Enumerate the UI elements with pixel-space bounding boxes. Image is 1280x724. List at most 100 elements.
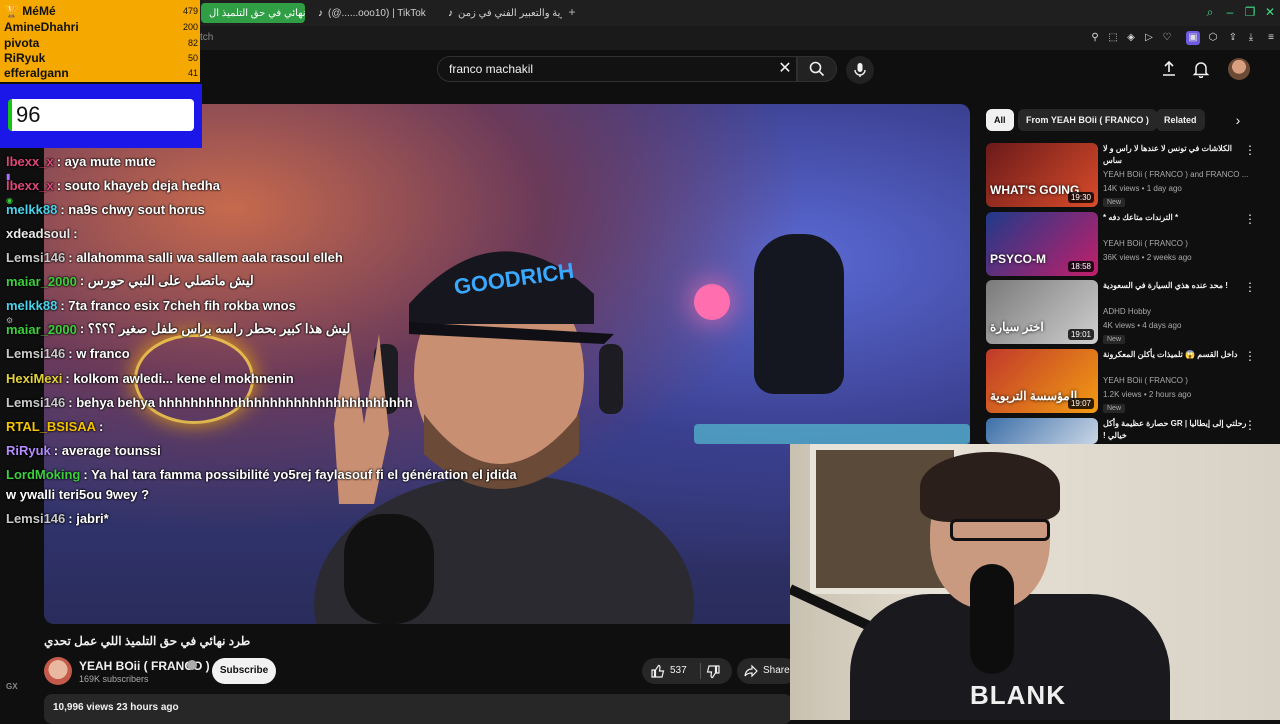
voice-search-button[interactable] bbox=[846, 56, 874, 84]
chat-text: : Ya hal tara famma possibilité yo5rej f… bbox=[83, 466, 517, 482]
shield-icon[interactable]: ◈ bbox=[1124, 31, 1138, 45]
tab-label: الحرية والتعبير الفني في زمن... bbox=[458, 7, 562, 19]
tab-youtube-video[interactable]: طرد نهائي في حق التلميذ ال... bbox=[201, 3, 305, 23]
like-count: 537 bbox=[670, 665, 687, 676]
search-tabs-icon[interactable]: ⌕ bbox=[1202, 4, 1218, 20]
recommended-meta: 36K views • 2 weeks ago bbox=[1103, 253, 1192, 262]
pin-icon[interactable]: ⚲ bbox=[1088, 31, 1102, 45]
chat-username: xdeadsoul bbox=[6, 225, 71, 241]
recommended-video[interactable]: اختر سيارة 19:01 ! محد عنده هذي السيارة في… bbox=[986, 280, 1270, 344]
chat-text: : ليش ماتصلي على النبي حورس bbox=[79, 273, 254, 288]
chip-from-channel[interactable]: From YEAH BOii ( FRANCO ) bbox=[1018, 109, 1157, 131]
upload-icon[interactable] bbox=[1160, 60, 1178, 78]
account-avatar[interactable] bbox=[1228, 58, 1250, 80]
recommended-channel[interactable]: YEAH BOii ( FRANCO ) bbox=[1103, 376, 1188, 385]
video-thumbnail[interactable]: WHAT'S GOING 19:30 bbox=[986, 143, 1098, 207]
subscribe-button[interactable]: Subscribe bbox=[212, 658, 276, 684]
recommended-video[interactable]: PSYCO-M 18:58 * الترندات متاعك دفه * YEAH B… bbox=[986, 212, 1270, 276]
recommended-video[interactable]: رحلتي إلى إيطاليا | GR حصارة عظيمة وأكل … bbox=[986, 418, 1270, 444]
video-thumbnail[interactable]: اختر سيارة 19:01 bbox=[986, 280, 1098, 344]
recommended-title[interactable]: ! محد عنده هذي السيارة في السعودية bbox=[1103, 280, 1253, 292]
clear-search-icon[interactable]: ✕ bbox=[776, 58, 794, 80]
play-icon[interactable]: ▷ bbox=[1142, 31, 1156, 45]
thumbs-down-icon[interactable] bbox=[706, 665, 720, 679]
chip-related[interactable]: Related bbox=[1156, 109, 1205, 131]
recommended-channel[interactable]: YEAH BOii ( FRANCO ) bbox=[1103, 239, 1188, 248]
more-options-icon[interactable]: ⋮ bbox=[1244, 280, 1256, 294]
counter-value: 96 bbox=[8, 99, 194, 131]
video-thumbnail[interactable]: المؤسسة التربوية 19:07 bbox=[986, 349, 1098, 413]
extension-icon[interactable]: ▣ bbox=[1186, 31, 1200, 45]
verified-icon bbox=[187, 660, 197, 670]
puzzle-icon[interactable]: ⬡ bbox=[1206, 31, 1220, 45]
chat-message: Lemsi146: jabri* bbox=[6, 508, 109, 528]
shelf-light bbox=[694, 424, 970, 444]
download-icon[interactable]: ⤓ bbox=[1244, 31, 1258, 45]
address-bar-text[interactable]: tch bbox=[200, 32, 213, 43]
chat-text: : behya behya hhhhhhhhhhhhhhhhhhhhhhhhhh… bbox=[68, 394, 413, 410]
thumbnail-text: اختر سيارة bbox=[990, 320, 1044, 334]
thumbnail-text: المؤسسة التربوية bbox=[990, 389, 1078, 403]
minimize-icon[interactable]: – bbox=[1222, 4, 1238, 20]
recommended-channel[interactable]: ADHD Hobby bbox=[1103, 307, 1151, 316]
subscriber-count: 169K subscribers bbox=[79, 674, 149, 684]
leaderboard-score: 479 bbox=[182, 6, 198, 16]
restore-icon[interactable]: ❐ bbox=[1242, 4, 1258, 20]
microphone bbox=[344, 514, 434, 624]
more-options-icon[interactable]: ⋮ bbox=[1244, 349, 1256, 363]
chat-message: Lemsi146: behya behya hhhhhhhhhhhhhhhhhh… bbox=[6, 392, 413, 412]
recommended-title[interactable]: داخل القسم 😱 تلميذات يأكلن المعكرونة bbox=[1103, 349, 1253, 361]
shirt-logo: BLANK bbox=[970, 680, 1066, 710]
menu-icon[interactable]: ≡ bbox=[1264, 31, 1278, 45]
recommended-title[interactable]: رحلتي إلى إيطاليا | GR حصارة عظيمة وأكل … bbox=[1103, 418, 1253, 442]
recommended-title[interactable]: الكلاشات في تونس لا عندها لا راس و لا سا… bbox=[1103, 143, 1253, 167]
chat-message: lbexx_x: aya mute mute bbox=[6, 151, 156, 171]
leaderboard-name: MéMé bbox=[22, 4, 56, 18]
recommended-channel[interactable]: YEAH BOii ( FRANCO ) and FRANCO ... bbox=[1103, 170, 1248, 179]
chat-message: melkk88: 7ta franco esix 7cheh fih rokba… bbox=[6, 295, 296, 315]
screenshot-icon[interactable]: ⬚ bbox=[1106, 31, 1120, 45]
trophy-icon: 🏆 bbox=[4, 4, 19, 18]
search-button[interactable] bbox=[797, 56, 837, 82]
more-options-icon[interactable]: ⋮ bbox=[1244, 212, 1256, 226]
close-window-icon[interactable]: ✕ bbox=[1262, 4, 1278, 20]
recommended-video[interactable]: المؤسسة التربوية 19:07 داخل القسم 😱 تلميذا… bbox=[986, 349, 1270, 413]
lamp bbox=[694, 284, 730, 320]
thumbs-up-icon[interactable] bbox=[651, 664, 665, 678]
chat-username: Lemsi146 bbox=[6, 394, 66, 410]
mic-icon bbox=[854, 63, 866, 77]
chat-username: LordMoking bbox=[6, 466, 81, 482]
leaderboard-row: RiRyuk 50 bbox=[4, 50, 198, 66]
chat-leaderboard: 🏆 MéMé 479 AmineDhahri 200 pivota 82 RiRyuk… bbox=[0, 0, 200, 82]
video-thumbnail[interactable]: PSYCO-M 18:58 bbox=[986, 212, 1098, 276]
notifications-icon[interactable] bbox=[1192, 60, 1210, 78]
video-meta: 10,996 views 23 hours ago bbox=[53, 702, 179, 713]
chat-username: melkk88 bbox=[6, 297, 58, 313]
chevron-right-icon[interactable]: › bbox=[1230, 112, 1246, 128]
channel-avatar[interactable] bbox=[44, 657, 72, 685]
recommended-title[interactable]: * الترندات متاعك دفه * bbox=[1103, 212, 1253, 224]
recommended-meta: 4K views • 4 days ago bbox=[1103, 321, 1182, 330]
heart-icon[interactable]: ♡ bbox=[1160, 31, 1174, 45]
leaderboard-row: AmineDhahri 200 bbox=[4, 19, 198, 35]
video-thumbnail[interactable] bbox=[986, 418, 1098, 444]
share-icon[interactable]: ⇪ bbox=[1226, 31, 1240, 45]
chat-text: : 7ta franco esix 7cheh fih rokba wnos bbox=[60, 297, 296, 313]
new-tab-icon[interactable]: + bbox=[565, 5, 579, 19]
chat-message: Lemsi146: w franco bbox=[6, 343, 130, 363]
more-options-icon[interactable]: ⋮ bbox=[1244, 143, 1256, 157]
tab-tiktok-1[interactable]: ♪ (@......ooo10) | TikTok bbox=[310, 3, 435, 23]
tab-tiktok-2[interactable]: ♪ الحرية والتعبير الفني في زمن... bbox=[440, 3, 562, 23]
recommended-video[interactable]: WHAT'S GOING 19:30 الكلاشات في تونس لا عند… bbox=[986, 143, 1270, 207]
chat-message: RTAL_BSISAA: bbox=[6, 416, 103, 436]
more-options-icon[interactable]: ⋮ bbox=[1244, 418, 1256, 432]
chip-all[interactable]: All bbox=[986, 109, 1014, 131]
chat-text: : ليش هذا كبير بحطر راسه براس طفل صغير ؟… bbox=[79, 321, 351, 336]
whatsapp-icon: ◉ bbox=[6, 196, 13, 205]
tiktok-icon: ♪ bbox=[318, 7, 323, 19]
duration-badge: 18:58 bbox=[1067, 261, 1094, 272]
hair bbox=[920, 452, 1060, 522]
chat-text: : jabri* bbox=[68, 510, 109, 526]
tab-label: طرد نهائي في حق التلميذ ال... bbox=[209, 7, 305, 19]
video-title: طرد نهائي في حق التلميذ اللي عمل تحدي bbox=[44, 634, 251, 648]
